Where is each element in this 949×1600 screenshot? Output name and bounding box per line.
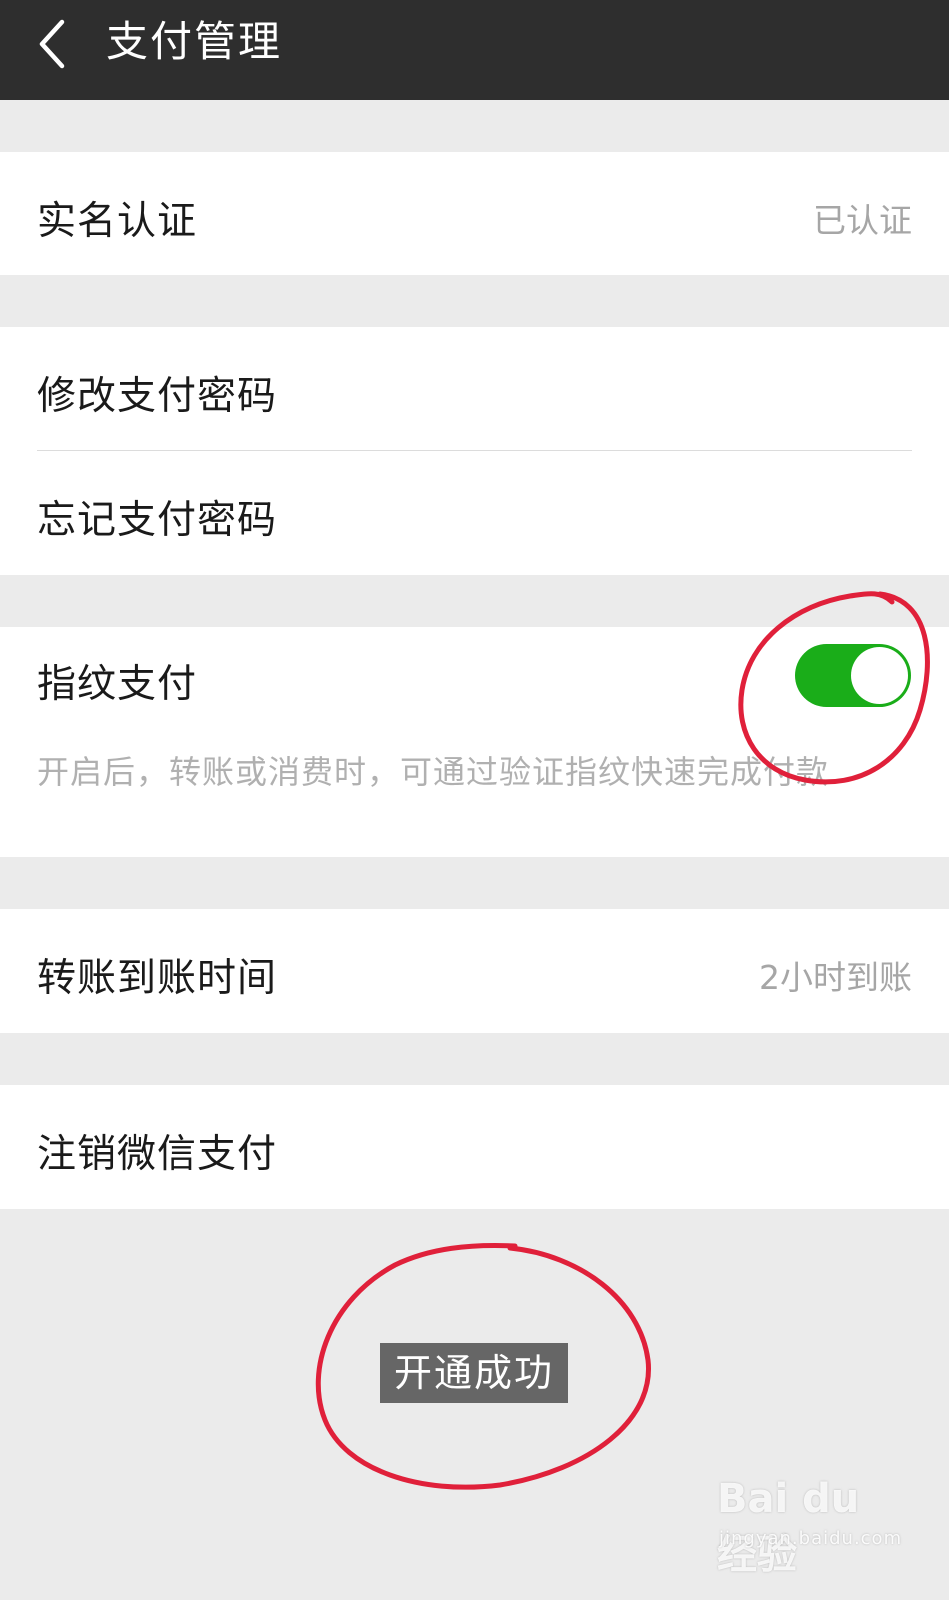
watermark-url: jingyan.baidu.com <box>719 1528 903 1549</box>
forgot-password-label: 忘记支付密码 <box>37 498 278 543</box>
transfer-time-row[interactable]: 转账到账时间 2小时到账 <box>0 909 949 1033</box>
fingerprint-row: 指纹支付 <box>0 627 949 737</box>
verification-group: 实名认证 已认证 <box>0 152 949 275</box>
change-password-label: 修改支付密码 <box>37 374 278 419</box>
top-bar: 支付管理 <box>0 0 949 100</box>
cancel-pay-group: 注销微信支付 <box>0 1085 949 1209</box>
toggle-knob <box>851 647 908 704</box>
page-title: 支付管理 <box>106 17 283 66</box>
transfer-time-label: 转账到账时间 <box>37 956 278 1001</box>
fingerprint-toggle[interactable] <box>795 644 911 707</box>
fingerprint-description: 开启后，转账或消费时，可通过验证指纹快速完成付款 <box>37 753 830 791</box>
fingerprint-group: 指纹支付 开启后，转账或消费时，可通过验证指纹快速完成付款 <box>0 627 949 857</box>
fingerprint-label: 指纹支付 <box>37 662 198 707</box>
transfer-time-group: 转账到账时间 2小时到账 <box>0 909 949 1033</box>
verification-status: 已认证 <box>813 201 912 240</box>
verification-label: 实名认证 <box>37 199 198 244</box>
cancel-pay-row[interactable]: 注销微信支付 <box>0 1085 949 1209</box>
change-password-row[interactable]: 修改支付密码 <box>0 327 949 451</box>
baidu-jingyan-watermark: Bai du 经验 jingyan.baidu.com <box>717 1468 901 1578</box>
chevron-left-icon[interactable] <box>34 14 74 74</box>
password-group: 修改支付密码 忘记支付密码 <box>0 327 949 575</box>
cancel-pay-label: 注销微信支付 <box>37 1132 278 1177</box>
transfer-time-value: 2小时到账 <box>759 958 912 997</box>
verification-row[interactable]: 实名认证 已认证 <box>0 152 949 275</box>
forgot-password-row[interactable]: 忘记支付密码 <box>0 451 949 575</box>
success-toast: 开通成功 <box>380 1343 568 1403</box>
